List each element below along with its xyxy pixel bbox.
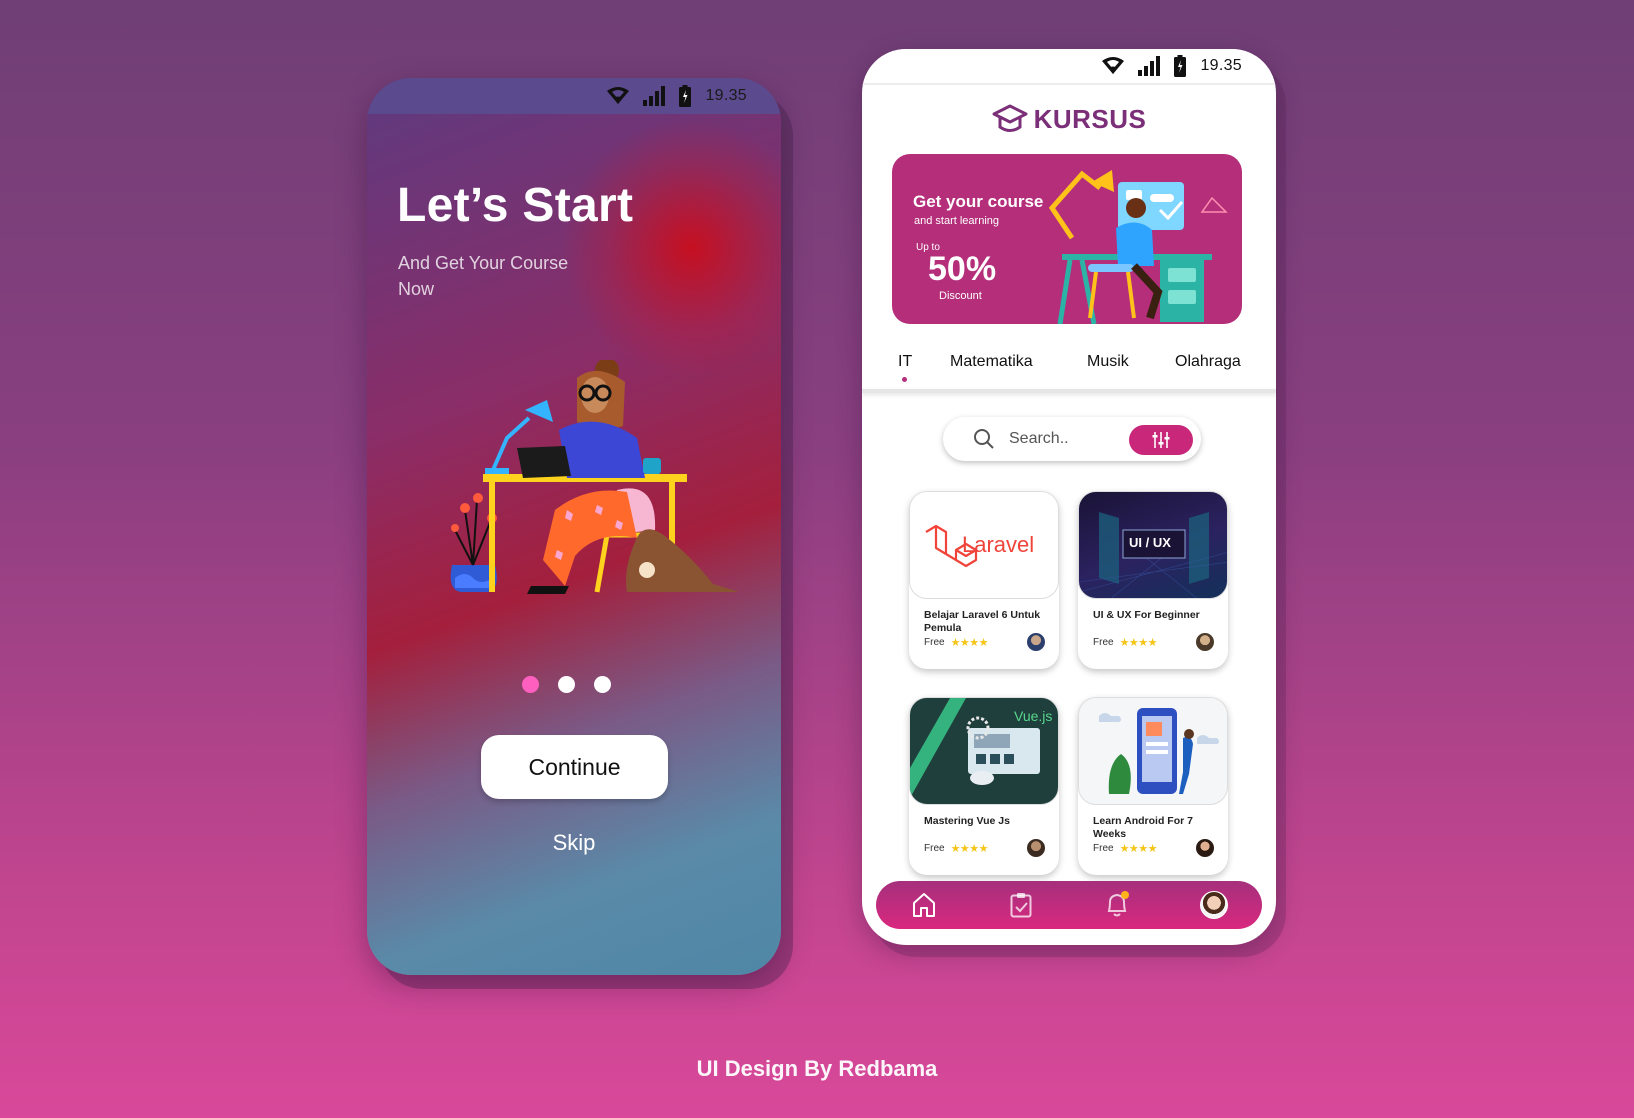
course-card[interactable]: Vue.js Mastering Vue Js Free ★★★★ xyxy=(909,697,1059,875)
active-tab-indicator xyxy=(902,377,907,382)
workspace-illustration xyxy=(1048,170,1228,324)
continue-button[interactable]: Continue xyxy=(481,735,668,799)
course-card[interactable]: UI / UX UI & UX For Beginner Free ★★★★ xyxy=(1078,491,1228,669)
course-title: Mastering Vue Js xyxy=(924,815,1010,827)
instructor-avatar[interactable] xyxy=(1196,633,1214,651)
tab-it[interactable]: IT xyxy=(898,353,912,371)
status-time: 19.35 xyxy=(1200,57,1242,74)
page-subtitle: And Get Your Course Now xyxy=(398,253,569,299)
course-title: UI & UX For Beginner xyxy=(1093,609,1200,621)
mobile-app-illustration xyxy=(1099,708,1219,794)
tab-olahraga[interactable]: Olahraga xyxy=(1175,353,1241,371)
promo-banner[interactable]: Get your course and start learning Up to… xyxy=(892,154,1242,324)
status-time: 19.35 xyxy=(705,87,747,104)
tabs-divider xyxy=(862,389,1276,393)
banner-discount: Discount xyxy=(939,290,982,302)
page-dot-3[interactable] xyxy=(593,676,611,693)
course-title: Learn Android For 7 Weeks xyxy=(1093,815,1193,840)
rating-stars: ★★★★ xyxy=(950,843,989,855)
thumbnail-text: Laravel xyxy=(962,532,1035,557)
thumbnail-text: Vue.js xyxy=(1014,708,1053,724)
banner-percent: 50% xyxy=(928,250,997,288)
page-title: Let’s Start xyxy=(397,179,634,232)
page-dot-1[interactable] xyxy=(521,676,539,693)
studying-illustration xyxy=(450,360,739,594)
course-meta: Free ★★★★ xyxy=(924,636,989,649)
thumbnail-text: UI / UX xyxy=(1129,535,1171,550)
design-credit: UI Design By Redbama xyxy=(696,1056,938,1081)
banner-subline: and start learning xyxy=(914,215,999,227)
filter-button[interactable] xyxy=(1129,425,1193,455)
home-screen: 19.35 KURSUS Get your course and start l… xyxy=(862,49,1276,945)
pagination-dots xyxy=(367,676,781,693)
course-thumbnail: Laravel xyxy=(909,491,1059,599)
bottom-navigation xyxy=(876,881,1262,929)
instructor-avatar[interactable] xyxy=(1196,839,1214,857)
profile-avatar xyxy=(1199,891,1228,919)
nav-home[interactable] xyxy=(904,885,944,925)
nav-notifications[interactable] xyxy=(1097,885,1137,925)
wifi-icon xyxy=(607,87,630,104)
battery-icon xyxy=(679,85,692,107)
course-price: Free xyxy=(1093,637,1114,648)
sliders-icon xyxy=(1152,432,1170,448)
course-thumbnail: Vue.js xyxy=(909,697,1059,805)
course-meta: Free ★★★★ xyxy=(924,842,989,855)
search-input[interactable] xyxy=(1009,430,1109,448)
skip-link[interactable]: Skip xyxy=(367,830,781,856)
bell-icon xyxy=(1107,891,1130,917)
rating-stars: ★★★★ xyxy=(950,637,989,649)
background-glow xyxy=(561,118,781,378)
rating-stars: ★★★★ xyxy=(1119,843,1158,855)
status-bar: 19.35 xyxy=(367,78,781,114)
nav-tasks[interactable] xyxy=(1001,885,1041,925)
banner-headline: Get your course xyxy=(913,192,1044,211)
onboarding-screen: 19.35 Let’s Start And Get Your Course No… xyxy=(367,78,781,975)
clipboard-check-icon xyxy=(1010,893,1032,918)
battery-icon xyxy=(1174,55,1187,77)
course-price: Free xyxy=(1093,843,1114,854)
course-thumbnail: UI / UX xyxy=(1078,491,1228,599)
category-tabs: IT Matematika Musik Olahraga xyxy=(862,353,1276,387)
nav-profile[interactable] xyxy=(1194,885,1234,925)
signal-icon xyxy=(1138,56,1161,76)
brand-logo: KURSUS xyxy=(862,103,1276,135)
course-meta: Free ★★★★ xyxy=(1093,636,1158,649)
course-title: Belajar Laravel 6 Untuk Pemula xyxy=(924,609,1041,634)
page-dot-2[interactable] xyxy=(557,676,575,693)
instructor-avatar[interactable] xyxy=(1027,633,1045,651)
home-icon xyxy=(913,893,936,917)
course-thumbnail xyxy=(1078,697,1228,805)
tab-musik[interactable]: Musik xyxy=(1087,353,1129,371)
wifi-icon xyxy=(1102,57,1125,74)
rating-stars: ★★★★ xyxy=(1119,637,1158,649)
course-card[interactable]: Learn Android For 7 Weeks Free ★★★★ xyxy=(1078,697,1228,875)
status-bar: 19.35 xyxy=(862,49,1276,85)
graduation-cap-icon xyxy=(992,104,1028,132)
tab-matematika[interactable]: Matematika xyxy=(950,353,1033,371)
course-price: Free xyxy=(924,637,945,648)
course-meta: Free ★★★★ xyxy=(1093,842,1158,855)
search-bar xyxy=(943,417,1201,461)
signal-icon xyxy=(643,86,666,106)
brand-name: KURSUS xyxy=(1033,103,1147,134)
course-price: Free xyxy=(924,843,945,854)
search-icon xyxy=(974,429,994,449)
instructor-avatar[interactable] xyxy=(1027,839,1045,857)
course-card[interactable]: Laravel Belajar Laravel 6 Untuk Pemula F… xyxy=(909,491,1059,669)
